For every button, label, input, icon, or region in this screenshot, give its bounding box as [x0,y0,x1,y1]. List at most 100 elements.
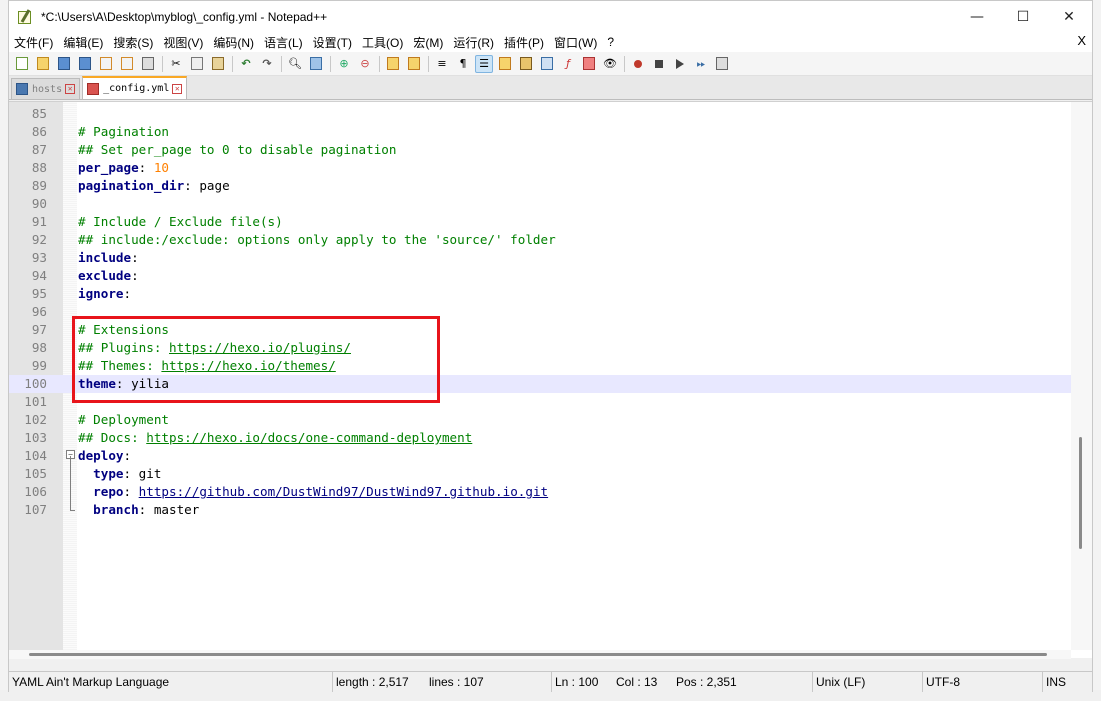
line-text[interactable]: ## include:/exclude: options only apply … [78,231,556,249]
menu-plugins[interactable]: 插件(P) [499,34,549,51]
line-text[interactable]: ## Set per_page to 0 to disable paginati… [78,141,396,159]
code-token: ## include:/exclude: options only apply … [78,232,556,247]
zoom-out-icon[interactable]: ⊖ [356,55,374,73]
monitoring-icon[interactable]: 👁︎ [601,55,619,73]
menu-search[interactable]: 搜索(S) [108,34,158,51]
toolbar-separator [281,55,282,72]
code-line[interactable]: 87 ## Set per_page to 0 to disable pagina… [9,141,1071,159]
menu-file[interactable]: 文件(F) [9,34,58,51]
code-line[interactable]: 106 repo: https://github.com/DustWind97/… [9,483,1071,501]
code-line[interactable]: 85 [9,105,1071,123]
save-icon[interactable] [55,55,73,73]
redo-icon[interactable]: ↷ [258,55,276,73]
line-text[interactable]: # Pagination [78,123,169,141]
close-document-button[interactable]: X [1077,33,1086,48]
tab-hosts[interactable]: hosts ✕ [11,78,81,99]
menu-macro[interactable]: 宏(M) [408,34,448,51]
copy-icon[interactable] [188,55,206,73]
undo-icon[interactable]: ↶ [237,55,255,73]
tab-close-icon[interactable]: ✕ [65,84,76,94]
code-line[interactable]: 104 deploy: − [9,447,1071,465]
tab-config-yml[interactable]: _config.yml ✕ [82,76,188,99]
code-line[interactable]: 86 # Pagination [9,123,1071,141]
zoom-in-icon[interactable]: ⊕ [335,55,353,73]
doc-map-icon[interactable] [517,55,535,73]
minimize-button[interactable]: — [954,1,1000,32]
menu-view[interactable]: 视图(V) [158,34,208,51]
record-macro-icon[interactable] [629,55,647,73]
menu-encoding[interactable]: 编码(N) [208,34,259,51]
scrollbar-thumb[interactable] [1079,437,1082,549]
play-macro-icon[interactable] [671,55,689,73]
status-eol[interactable]: Unix (LF) [812,672,922,692]
line-text[interactable]: exclude: [78,267,139,285]
function-list-icon[interactable]: ƒ [559,55,577,73]
show-all-chars-icon[interactable]: ¶ [454,55,472,73]
close-all-icon[interactable] [118,55,136,73]
folder-workspace-icon[interactable] [580,55,598,73]
code-line[interactable]: 89 pagination_dir: page [9,177,1071,195]
code-line[interactable]: 92 ## include:/exclude: options only appl… [9,231,1071,249]
stop-macro-icon[interactable] [650,55,668,73]
line-text[interactable]: include: [78,249,139,267]
indent-guide-icon[interactable]: ☰ [475,54,493,73]
menu-settings[interactable]: 设置(T) [308,34,357,51]
close-icon[interactable] [97,55,115,73]
line-number: 96 [31,304,47,319]
line-text[interactable]: # Deployment [78,411,169,429]
doc-list-icon[interactable] [538,55,556,73]
code-line[interactable]: 103 ## Docs: https://hexo.io/docs/one-com… [9,429,1071,447]
find-icon[interactable]: 🔍︎ [286,55,304,73]
menu-tools[interactable]: 工具(O) [357,34,408,51]
line-text[interactable]: branch: master [78,501,199,519]
line-text[interactable]: ignore: [78,285,131,303]
close-window-button[interactable]: ✕ [1046,1,1092,32]
code-line[interactable]: 90 [9,195,1071,213]
line-text[interactable]: ## Docs: https://hexo.io/docs/one-comman… [78,429,472,447]
status-insert-mode[interactable]: INS [1042,672,1092,692]
line-text[interactable]: # Include / Exclude file(s) [78,213,283,231]
sync-h-icon[interactable] [405,55,423,73]
code-line[interactable]: 105 type: git [9,465,1071,483]
tab-close-icon[interactable]: ✕ [172,83,183,94]
code-line[interactable]: 107 branch: master [9,501,1071,519]
code-line[interactable]: 93 include: [9,249,1071,267]
maximize-button[interactable]: ☐ [1000,1,1046,32]
line-text[interactable]: type: git [78,465,161,483]
url-link[interactable]: https://hexo.io/docs/one-command-deploym… [146,430,472,445]
editor-area[interactable]: 85 86 # Pagination 87 ## Set per_page to 0 t… [9,101,1092,659]
menu-edit[interactable]: 编辑(E) [58,34,108,51]
menu-help[interactable]: ? [602,35,619,49]
replace-icon[interactable] [307,55,325,73]
line-text[interactable]: pagination_dir: page [78,177,230,195]
save-macro-icon[interactable] [713,55,731,73]
url-link[interactable]: https://github.com/DustWind97/DustWind97… [139,484,548,499]
code-line[interactable]: 95 ignore: [9,285,1071,303]
line-text[interactable]: repo: https://github.com/DustWind97/Dust… [78,483,548,501]
vertical-scrollbar[interactable] [1071,102,1092,650]
menu-run[interactable]: 运行(R) [448,34,499,51]
open-file-icon[interactable] [34,55,52,73]
code-token: ## Set per_page to 0 to disable paginati… [78,142,397,157]
udl-icon[interactable] [496,55,514,73]
line-text[interactable]: per_page: 10 [78,159,169,177]
cut-icon[interactable]: ✂ [167,55,185,73]
paste-icon[interactable] [209,55,227,73]
horizontal-scrollbar[interactable] [9,650,1071,659]
scrollbar-thumb[interactable] [29,653,1047,656]
code-line[interactable]: 102 # Deployment [9,411,1071,429]
status-encoding[interactable]: UTF-8 [922,672,1042,692]
code-line[interactable]: 88 per_page: 10 [9,159,1071,177]
word-wrap-icon[interactable]: ≡ [433,55,451,73]
new-file-icon[interactable] [13,55,31,73]
code-line[interactable]: 94 exclude: [9,267,1071,285]
run-macro-multiple-icon[interactable]: ⏩︎ [692,55,710,73]
line-text[interactable]: deploy: [78,447,131,465]
menu-window[interactable]: 窗口(W) [549,34,602,51]
sync-v-icon[interactable] [384,55,402,73]
code-line[interactable]: 91 # Include / Exclude file(s) [9,213,1071,231]
print-icon[interactable] [139,55,157,73]
save-all-icon[interactable] [76,55,94,73]
code-lines[interactable]: 85 86 # Pagination 87 ## Set per_page to 0 t… [9,105,1071,519]
menu-language[interactable]: 语言(L) [259,34,308,51]
